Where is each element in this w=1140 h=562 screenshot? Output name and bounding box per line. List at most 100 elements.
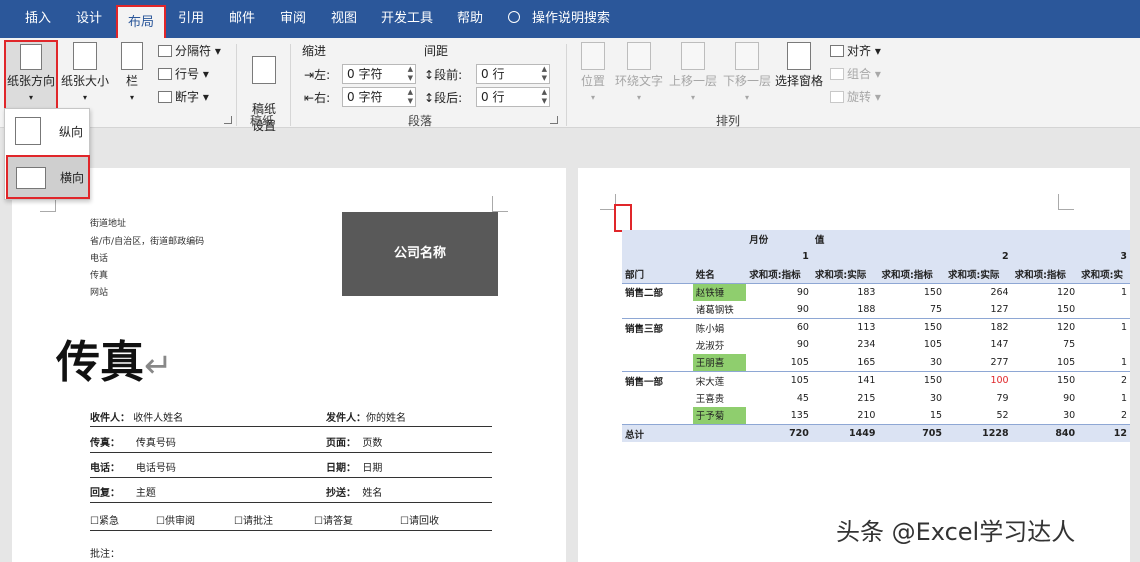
pivot-dept-cell xyxy=(622,407,693,425)
wrap-text-button[interactable]: 环绕文字 ▾ xyxy=(612,42,666,103)
divider xyxy=(90,477,492,478)
pivot-value-cell: 150 xyxy=(1057,303,1076,315)
group-label: 组合 xyxy=(847,67,872,81)
checkbox-reply[interactable]: ☐请答复 xyxy=(314,512,353,527)
tell-me-search[interactable]: 操作说明搜索 xyxy=(508,0,610,38)
indent-left-icon: ⇥ xyxy=(304,68,315,82)
pivot-total-label: 总计 xyxy=(622,424,693,443)
orientation-landscape-option[interactable]: 横向 xyxy=(6,155,90,199)
line-numbers-button[interactable]: 行号 ▾ xyxy=(158,65,209,82)
selection-pane-button[interactable]: 选择窗格 xyxy=(774,42,824,89)
tab-mailings[interactable]: 邮件 xyxy=(220,0,264,38)
company-name-box: 公司名称 xyxy=(342,212,498,296)
spinner-arrows-icon[interactable]: ▲ ▼ xyxy=(542,88,547,106)
columns-button[interactable]: 栏 ▾ xyxy=(116,42,148,103)
chevron-down-icon: ▾ xyxy=(636,93,641,102)
pivot-value-cell: 105 xyxy=(923,339,943,351)
position-button[interactable]: 位置 ▾ xyxy=(576,42,610,103)
checkbox-recycle[interactable]: ☐请回收 xyxy=(400,512,439,527)
pivot-header: 求和项:指标 xyxy=(749,269,801,281)
pivot-value-cell: 150 xyxy=(878,317,946,337)
bring-forward-button[interactable]: 上移一层 ▾ xyxy=(666,42,720,103)
arrange-group-label: 排列 xyxy=(716,114,741,128)
fax-title: 传真↵ xyxy=(56,337,173,388)
wrap-text-icon xyxy=(627,42,651,70)
pivot-total: 1449 xyxy=(811,424,879,443)
pivot-dept-cell xyxy=(622,354,693,372)
pivot-header-row: 部门 姓名 求和项:指标 求和项:实际 求和项:指标 求和项:实际 求和项:指标… xyxy=(622,265,1130,284)
pivot-name-cell: 于予菊 xyxy=(692,406,747,425)
position-icon xyxy=(581,42,605,70)
pivot-data-row: 龙淑芬 90 234 105 147 75 xyxy=(622,336,1130,354)
spinner-arrows-icon[interactable]: ▲ ▼ xyxy=(542,65,547,83)
tab-design[interactable]: 设计 xyxy=(64,0,114,38)
tab-review[interactable]: 审阅 xyxy=(270,0,316,38)
crop-mark xyxy=(492,196,508,212)
indent-right-label: ⇤右: xyxy=(304,91,331,105)
spacing-label: 间距 xyxy=(424,44,449,58)
breaks-label: 分隔符 xyxy=(175,44,212,58)
send-backward-button[interactable]: 下移一层 ▾ xyxy=(720,42,774,103)
date-field: 日期： 日期 xyxy=(326,463,383,474)
breaks-icon xyxy=(158,45,172,57)
spinner-arrows-icon[interactable]: ▲ ▼ xyxy=(408,88,413,106)
pivot-value-cell: 30 xyxy=(1063,409,1076,421)
tab-references[interactable]: 引用 xyxy=(168,0,214,38)
rotate-icon xyxy=(830,91,844,103)
pivot-total: 840 xyxy=(1011,424,1079,443)
pivot-row-months: 月份 值 xyxy=(622,230,1130,248)
space-after-input[interactable]: 0 行 ▲ ▼ xyxy=(476,87,550,107)
space-before-label: ↕段前: xyxy=(424,68,463,82)
pivot-value-cell: 90 xyxy=(796,339,809,351)
paragraph-launcher[interactable] xyxy=(550,116,558,124)
pivot-value-cell: 264 xyxy=(945,282,1012,301)
pivot-value-cell: 1 xyxy=(1120,392,1127,404)
page-setup-launcher[interactable] xyxy=(224,116,232,124)
tell-me-label: 操作说明搜索 xyxy=(532,11,611,26)
pivot-value-cell: 150 xyxy=(878,371,946,390)
orientation-portrait-option[interactable]: 纵向 xyxy=(7,111,89,151)
indent-right-input[interactable]: 0 字符 ▲ ▼ xyxy=(342,87,416,107)
tab-view[interactable]: 视图 xyxy=(322,0,366,38)
pivot-table[interactable]: 月份 值 1 2 3 部门 姓名 求和项:指标 求和项:实际 求和项:指标 求和… xyxy=(622,230,1130,443)
group-separator xyxy=(290,44,291,126)
pivot-dept-cell: 销售一部 xyxy=(622,371,693,390)
checkbox-review[interactable]: ☐供审阅 xyxy=(156,512,195,527)
checkbox-urgent[interactable]: ☐紧急 xyxy=(90,512,119,527)
lightbulb-icon xyxy=(508,11,520,23)
pivot-total: 1228 xyxy=(945,424,1012,443)
space-before-input[interactable]: 0 行 ▲ ▼ xyxy=(476,64,550,84)
size-button[interactable]: 纸张大小 ▾ xyxy=(60,42,110,103)
align-button[interactable]: 对齐 ▾ xyxy=(830,42,881,59)
notes-label: 批注： xyxy=(90,549,120,560)
tab-insert[interactable]: 插入 xyxy=(14,0,62,38)
pivot-value-cell: 127 xyxy=(990,303,1009,315)
selection-pane-icon xyxy=(787,42,811,70)
pivot-value-cell: 182 xyxy=(945,317,1012,337)
rotate-button[interactable]: 旋转 ▾ xyxy=(830,88,881,105)
tab-developer[interactable]: 开发工具 xyxy=(372,0,442,38)
paper-size-icon xyxy=(73,42,97,70)
spinner-arrows-icon[interactable]: ▲ ▼ xyxy=(408,65,413,83)
pivot-month: 1 xyxy=(802,251,809,263)
pivot-value-cell: 90 xyxy=(796,303,809,315)
orientation-dropdown: 纵向 横向 xyxy=(4,108,90,200)
tab-layout[interactable]: 布局 xyxy=(116,5,166,38)
indent-left-input[interactable]: 0 字符 ▲ ▼ xyxy=(342,64,416,84)
pivot-value-cell: 2 xyxy=(1078,371,1130,390)
wrap-text-label: 环绕文字 xyxy=(614,74,663,88)
breaks-button[interactable]: 分隔符 ▾ xyxy=(158,42,221,59)
watermark-text: 头条 @Excel学习达人 xyxy=(836,518,1076,546)
pivot-value-cell: 277 xyxy=(990,356,1009,368)
chevron-down-icon: ▾ xyxy=(690,93,695,102)
hyphenation-button[interactable]: 断字 ▾ xyxy=(158,88,209,105)
align-label: 对齐 xyxy=(847,44,872,58)
hyphenation-icon xyxy=(158,91,172,103)
rotate-label: 旋转 xyxy=(847,90,872,104)
pivot-header: 姓名 xyxy=(695,269,715,281)
checkbox-comment[interactable]: ☐请批注 xyxy=(234,512,273,527)
divider xyxy=(90,530,492,531)
tab-help[interactable]: 帮助 xyxy=(448,0,492,38)
group-button[interactable]: 组合 ▾ xyxy=(830,65,881,82)
pivot-value-cell: 141 xyxy=(811,371,879,390)
